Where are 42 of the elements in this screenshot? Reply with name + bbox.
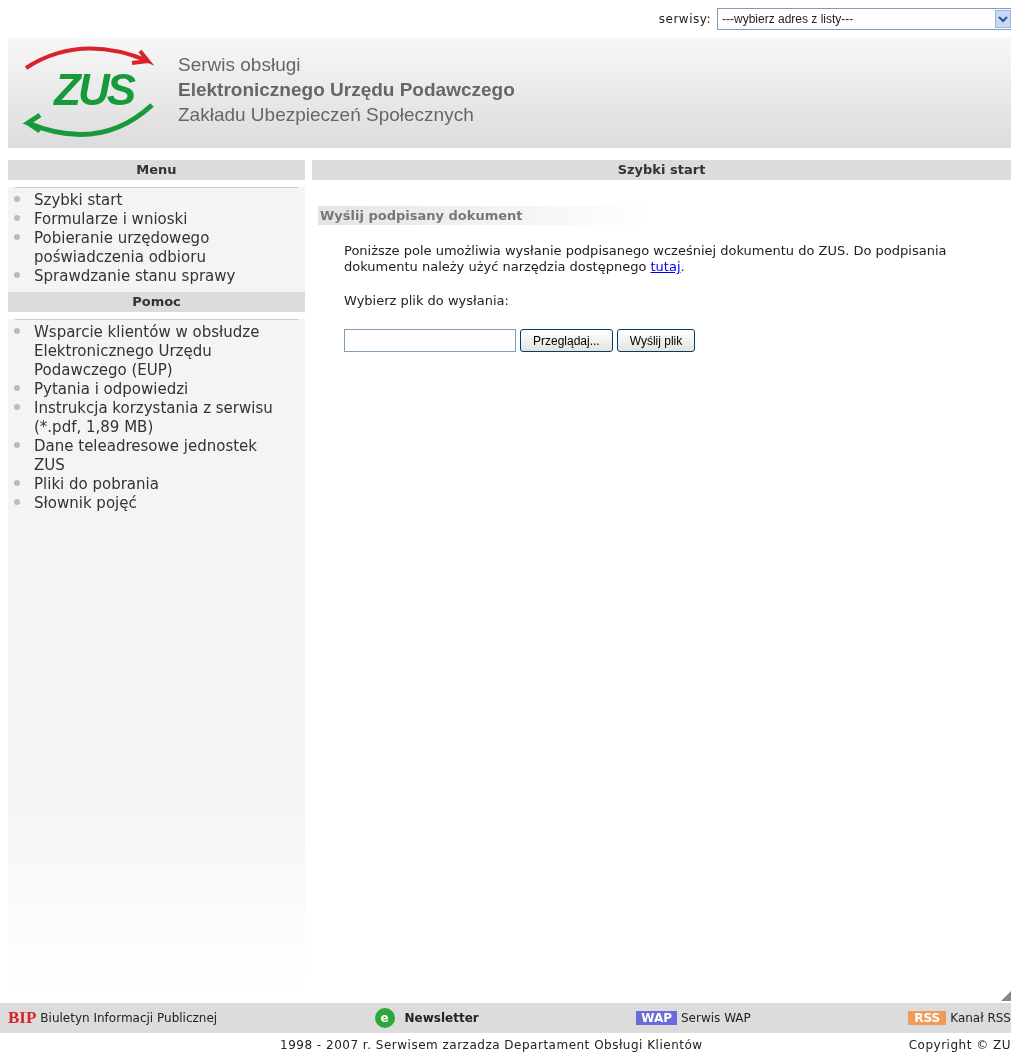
bullet-icon: [14, 234, 20, 240]
sidebar-link[interactable]: Pliki do pobrania: [34, 475, 159, 494]
sidebar-link[interactable]: Wsparcie klientów w obsłudze Elektronicznego Urzędu Podawczego (EUP): [34, 323, 292, 380]
bullet-icon: [14, 385, 20, 391]
sidebar-link[interactable]: Instrukcja korzystania z serwisu (*.pdf, 1,89 MB): [34, 399, 292, 437]
sidebar-link[interactable]: Słownik pojęć: [34, 494, 137, 513]
sidebar-link[interactable]: Pobieranie urzędowego poświadczenia odbioru: [34, 229, 292, 267]
description-text: Poniższe pole umożliwia wysłanie podpisanego wcześniej dokumentu do ZUS. Do podpisania dokumentu należy użyć narzędzia dostępnego tutaj.: [344, 243, 948, 275]
logo-text: ZUS: [54, 65, 133, 115]
bullet-icon: [14, 442, 20, 448]
file-input-field[interactable]: [344, 329, 516, 352]
send-button[interactable]: Wyślij plik: [616, 329, 696, 352]
file-label: Wybierz plik do wysłania:: [344, 293, 510, 309]
footer-link[interactable]: e Newsletter: [374, 1008, 479, 1028]
sidebar-link[interactable]: Dane teleadresowe jednostek ZUS: [34, 437, 292, 475]
services-label: serwisy:: [658, 12, 711, 26]
footer-link[interactable]: RSS Kanał RSS: [908, 1011, 1011, 1025]
bullet-icon: [14, 328, 20, 334]
footer-link[interactable]: BIP Biuletyn Informacji Publicznej: [8, 1008, 218, 1028]
browse-button[interactable]: Przeglądaj...: [520, 329, 613, 352]
footer-link[interactable]: WAP Serwis WAP: [636, 1011, 751, 1025]
bullet-icon: [14, 196, 20, 202]
resize-corner-icon: [1001, 991, 1011, 1001]
header-title: Serwis obsługi: [178, 52, 302, 77]
sidebar-link[interactable]: Formularze i wnioski: [34, 210, 188, 229]
bullet-icon: [14, 499, 20, 505]
sidebar-heading: Pomoc: [8, 292, 305, 319]
header-title: Elektronicznego Urzędu Podawczego: [178, 77, 515, 102]
page-heading: Szybki start: [312, 160, 1011, 180]
bullet-icon: [14, 480, 20, 486]
tool-link[interactable]: tutaj: [650, 259, 681, 274]
header-title: Zakładu Ubezpieczeń Społecznych: [178, 102, 475, 127]
services-select[interactable]: ---wybierz adres z listy---: [717, 8, 1011, 30]
sidebar-link[interactable]: Szybki start: [34, 191, 123, 210]
bullet-icon: [14, 215, 20, 221]
sidebar-heading: Menu: [8, 160, 305, 187]
bullet-icon: [14, 404, 20, 410]
sidebar-link[interactable]: Sprawdzanie stanu sprawy: [34, 267, 236, 286]
copyright-text: Copyright © ZU: [908, 1038, 1011, 1052]
bullet-icon: [14, 272, 20, 278]
credit-text: 1998 - 2007 r. Serwisem zarzadza Departament Obsługi Klientów: [280, 1038, 703, 1052]
sidebar-link[interactable]: Pytania i odpowiedzi: [34, 380, 189, 399]
